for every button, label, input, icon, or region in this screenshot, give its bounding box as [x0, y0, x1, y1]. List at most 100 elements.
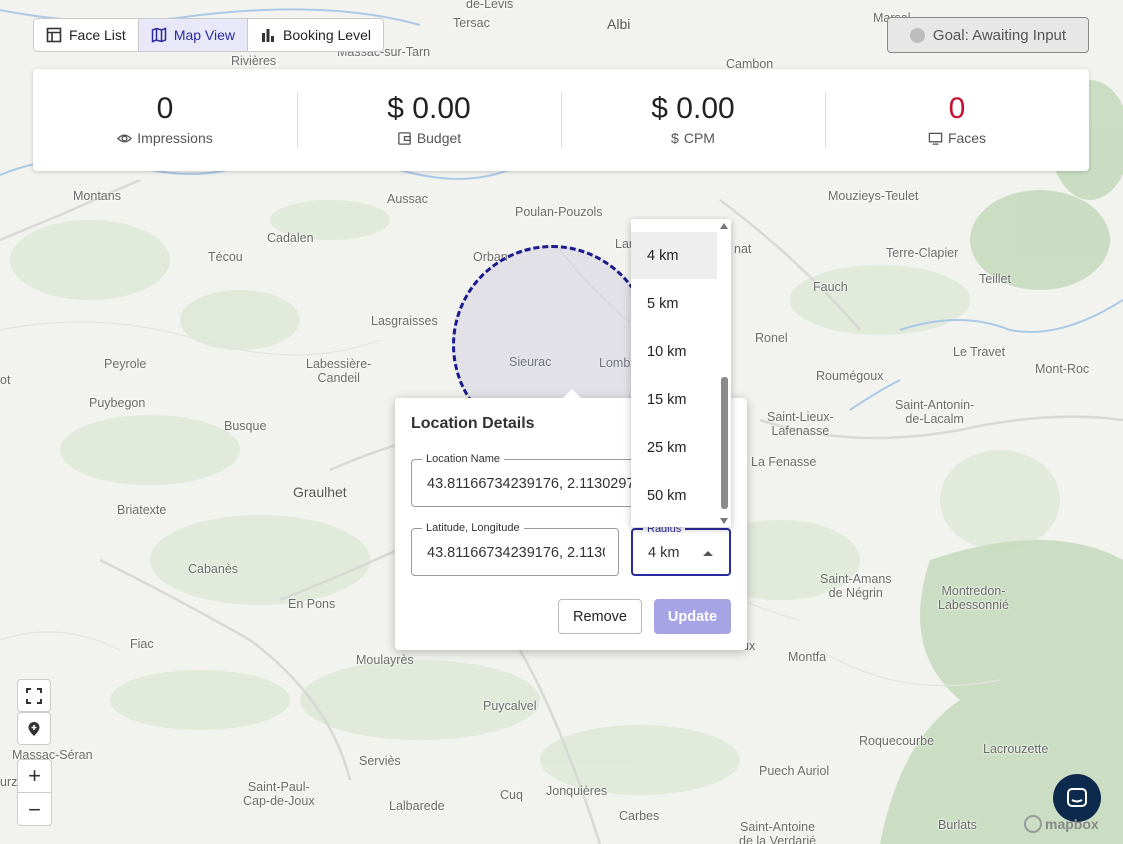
place-label: Jonquières [546, 784, 608, 798]
geolocate-button[interactable] [17, 712, 51, 745]
place-label: Le Travet [953, 345, 1006, 359]
tab-face-list[interactable]: Face List [34, 19, 139, 51]
place-label: Puybegon [89, 396, 146, 410]
place-label: Saint-Antonin- de-Lacalm [895, 398, 975, 426]
place-label: Aussac [387, 192, 428, 206]
radius-option[interactable]: 4 km [631, 232, 717, 279]
place-label: Lacrouzette [983, 742, 1049, 756]
place-label: Albi [607, 16, 631, 32]
place-label: Peyrole [104, 357, 147, 371]
chevron-up-icon [703, 551, 713, 556]
place-label: Mont-Roc [1035, 362, 1090, 376]
tab-booking-level[interactable]: Booking Level [248, 19, 383, 51]
radius-select[interactable]: Radius 4 km [631, 523, 731, 576]
remove-button[interactable]: Remove [558, 599, 642, 634]
plus-icon: + [28, 763, 41, 788]
scroll-up-icon[interactable] [720, 223, 728, 229]
dollar-icon: $ [671, 130, 679, 146]
wallet-icon [398, 131, 411, 145]
mapbox-icon [1024, 815, 1042, 833]
place-label: Poulan-Pouzols [515, 205, 603, 219]
place-label: Lalbarede [389, 799, 445, 813]
goal-status-button[interactable]: Goal: Awaiting Input [887, 17, 1089, 53]
radius-option[interactable]: 10 km [631, 328, 717, 375]
radius-option[interactable]: 5 km [631, 280, 717, 327]
place-label: Carbes [619, 809, 660, 823]
place-label: Mouzieys-Teulet [828, 189, 919, 203]
location-name-label: Location Name [422, 453, 504, 465]
place-label: Fauch [813, 280, 848, 294]
place-label: Serviès [359, 754, 401, 768]
stat-label: Impressions [137, 130, 213, 146]
place-label: Saint-Paul- Cap-de-Joux [243, 780, 315, 808]
latlng-label: Latitude, Longitude [422, 522, 524, 534]
stat-faces: 0 Faces [825, 92, 1089, 148]
chat-icon [1067, 788, 1087, 807]
zoom-in-button[interactable]: + [18, 760, 51, 793]
tab-label: Map View [173, 27, 236, 43]
tab-label: Booking Level [283, 27, 371, 43]
place-label: Roquecourbe [859, 734, 935, 748]
zoom-out-button[interactable]: − [18, 793, 51, 826]
update-button[interactable]: Update [654, 599, 731, 634]
place-label: Saint-Amans de Négrin [820, 572, 892, 600]
place-label: Montans [73, 189, 121, 203]
place-label: Terre-Clapier [886, 246, 959, 260]
radius-option[interactable]: 25 km [631, 424, 717, 471]
stat-label: Faces [947, 130, 987, 146]
place-label: Cuq [500, 788, 523, 802]
stat-value: 0 [156, 92, 174, 125]
tab-map-view[interactable]: Map View [138, 19, 249, 51]
place-label: Labessière- Candeil [306, 357, 372, 385]
place-label: Tersac [453, 16, 490, 30]
bar-chart-icon [262, 29, 275, 42]
place-label: Burlats [938, 818, 977, 832]
place-label: Rivières [231, 54, 277, 68]
mapbox-label: mapbox [1045, 816, 1099, 832]
place-label: Lasgraisses [371, 314, 438, 328]
stats-card: 0 Impressions $ 0.00 Budget $ 0.00 $ CPM… [33, 69, 1089, 171]
mapbox-logo[interactable]: mapbox [1024, 815, 1099, 833]
popup-title: Location Details [411, 415, 535, 432]
place-label: Roumégoux [816, 369, 884, 383]
radius-value: 4 km [648, 545, 680, 561]
stat-label: Budget [416, 130, 462, 146]
goal-label: Goal: Awaiting Input [932, 26, 1067, 44]
place-label: Saint-Antoine de la Verdarié [739, 820, 817, 844]
tab-label: Face List [69, 27, 126, 43]
place-label: ot [0, 373, 11, 387]
minus-icon: − [28, 796, 41, 822]
latlng-value: 43.81166734239176, 2.11302 [427, 545, 605, 561]
stat-value: 0 [948, 92, 966, 125]
view-tabs: Face List Map View Booking Level [33, 18, 384, 52]
place-label: Moulayrès [356, 653, 414, 667]
place-label: Cabanès [188, 562, 239, 576]
place-label: Saint-Lieux- Lafenasse [767, 410, 834, 438]
stat-label: CPM [683, 130, 715, 146]
map-icon [151, 27, 167, 43]
stat-value: $ 0.00 [651, 92, 735, 125]
fullscreen-button[interactable] [17, 679, 51, 712]
eye-icon [117, 134, 133, 142]
scrollbar-thumb[interactable] [721, 377, 728, 509]
place-label: Busque [224, 419, 267, 433]
place-label: Ronel [755, 331, 788, 345]
place-label: Puycalvel [483, 699, 537, 713]
status-dot-icon [909, 27, 925, 43]
radius-option[interactable]: 15 km [631, 376, 717, 423]
place-label: Técou [208, 250, 243, 264]
place-label: Teillet [979, 272, 1011, 286]
scroll-down-icon[interactable] [720, 518, 728, 524]
place-label: Montfa [788, 650, 827, 664]
place-label: Fiac [130, 637, 154, 651]
radius-option[interactable]: 50 km [631, 472, 717, 519]
stat-impressions: 0 Impressions [33, 92, 297, 148]
place-label: Briatexte [117, 503, 167, 517]
fullscreen-icon [26, 687, 42, 704]
place-label: Cadalen [267, 231, 314, 245]
place-label: Puech Auriol [759, 764, 830, 778]
stat-budget: $ 0.00 Budget [297, 92, 561, 148]
latlng-field[interactable]: Latitude, Longitude 43.81166734239176, 2… [411, 522, 619, 576]
place-label: La Fenasse [751, 455, 817, 469]
zoom-controls: + − [17, 759, 52, 826]
